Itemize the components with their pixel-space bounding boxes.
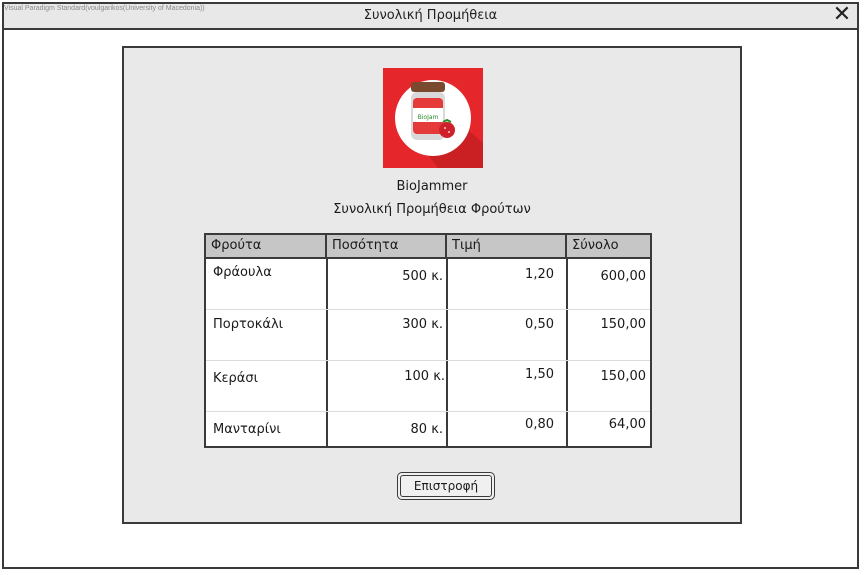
return-button[interactable]: Επιστροφή (397, 472, 495, 500)
cell-fruit: Φράουλα (213, 265, 272, 280)
cell-price: 0,80 (525, 417, 554, 432)
brand-name: BioJammer (396, 179, 468, 194)
content-panel: BioJam BioJammer Συνολική Προμήθεια Φρού… (122, 46, 742, 524)
cell-total: 64,00 (608, 417, 646, 432)
row-divider (206, 309, 650, 310)
row-divider (206, 360, 650, 361)
cell-price: 1,50 (525, 367, 554, 382)
column-divider (326, 259, 328, 446)
column-header-price: Τιμή (447, 235, 567, 257)
cell-total: 150,00 (600, 317, 647, 332)
return-button-label: Επιστροφή (400, 475, 492, 497)
cell-fruit: Πορτοκάλι (213, 317, 284, 332)
dialog-window: Visual Paradigm Standard(voulgarikos(Uni… (2, 2, 859, 569)
page-subtitle: Συνολική Προμήθεια Φρούτων (333, 202, 531, 217)
cell-price: 1,20 (525, 267, 554, 282)
close-icon[interactable]: ✕ (831, 4, 853, 26)
cell-fruit: Μανταρίνι (213, 422, 281, 437)
table-header: Φρούτα Ποσότητα Τιμή Σύνολο (206, 235, 650, 259)
cell-total: 150,00 (600, 369, 647, 384)
column-divider (566, 259, 568, 446)
column-divider (446, 259, 448, 446)
jar-label: BioJam (418, 114, 439, 121)
cell-quantity: 80 κ. (410, 422, 443, 437)
cell-fruit: Κεράσι (213, 371, 259, 386)
cell-price: 0,50 (525, 317, 554, 332)
window-title: Συνολική Προμήθεια (363, 8, 498, 23)
supply-table: Φρούτα Ποσότητα Τιμή Σύνολο Φράουλα 500 … (204, 233, 652, 448)
column-header-total: Σύνολο (572, 238, 619, 253)
cell-quantity: 100 κ. (404, 369, 445, 384)
cell-quantity: 300 κ. (402, 317, 443, 332)
row-divider (206, 411, 650, 412)
column-header-fruit: Φρούτα (206, 235, 327, 257)
column-header-quantity: Ποσότητα (327, 235, 447, 257)
title-bar: Visual Paradigm Standard(voulgarikos(Uni… (4, 4, 857, 30)
cell-total: 600,00 (600, 269, 647, 284)
cell-quantity: 500 κ. (402, 269, 443, 284)
jam-jar-icon: BioJam (383, 68, 483, 168)
